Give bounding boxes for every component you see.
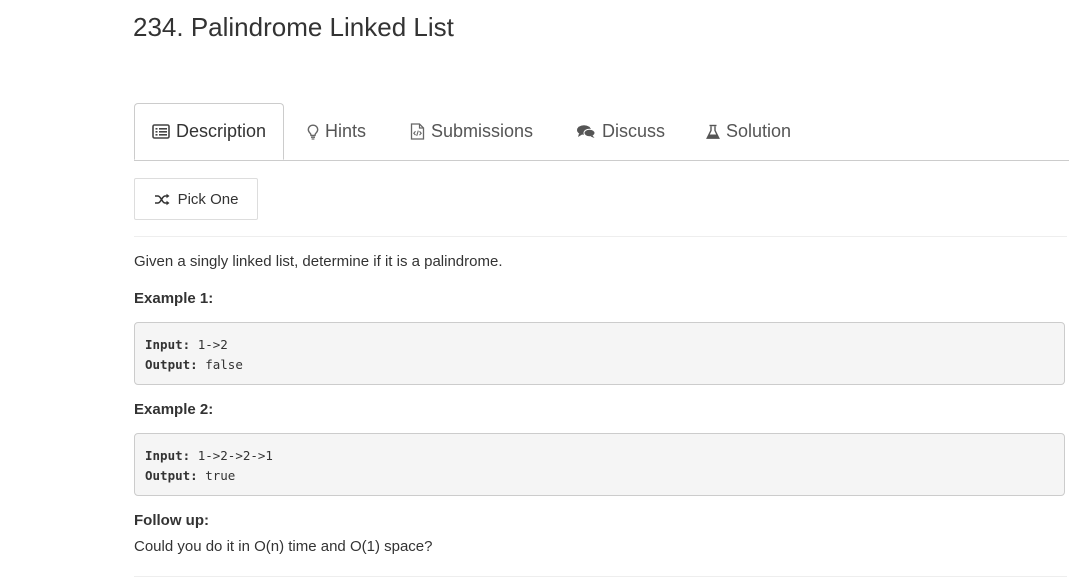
tab-solution-label: Solution xyxy=(726,121,792,141)
list-icon xyxy=(152,124,170,139)
pick-one-label: Pick One xyxy=(177,190,239,208)
follow-up-heading: Follow up: xyxy=(134,512,209,529)
tab-discuss[interactable]: Discuss xyxy=(576,103,665,160)
lightbulb-icon xyxy=(307,123,319,140)
example-1-code: Input: 1->2 Output: false xyxy=(134,322,1065,385)
example-1-output-line: Output: false xyxy=(145,357,243,372)
example-2-input-line: Input: 1->2->2->1 xyxy=(145,448,273,463)
tab-hints[interactable]: Hints xyxy=(307,103,366,160)
follow-up-text: Could you do it in O(n) time and O(1) sp… xyxy=(134,538,433,555)
tab-solution[interactable]: Solution xyxy=(706,103,791,160)
example-2-output-line: Output: true xyxy=(145,468,236,483)
tab-hints-label: Hints xyxy=(325,121,367,141)
tab-description-label: Description xyxy=(175,121,267,141)
example-2-heading: Example 2: xyxy=(134,401,214,418)
pick-one-button[interactable]: Pick One xyxy=(134,178,258,220)
problem-page: 234. Palindrome Linked List Description xyxy=(0,0,1069,577)
tab-bar: Description Hints Submissions Discuss So… xyxy=(134,103,1069,161)
example-2-code: Input: 1->2->2->1 Output: true xyxy=(134,433,1065,496)
flask-icon xyxy=(706,124,720,140)
tab-discuss-label: Discuss xyxy=(602,121,666,141)
tab-submissions-label: Submissions xyxy=(431,121,534,141)
shuffle-icon xyxy=(154,193,170,206)
divider xyxy=(134,236,1067,237)
comments-icon xyxy=(576,124,596,139)
page-title: 234. Palindrome Linked List xyxy=(133,12,454,42)
tab-description[interactable]: Description xyxy=(134,103,284,160)
example-1-heading: Example 1: xyxy=(134,290,214,307)
code-file-icon xyxy=(410,123,425,140)
example-1-input-line: Input: 1->2 xyxy=(145,337,228,352)
tab-submissions[interactable]: Submissions xyxy=(410,103,533,160)
problem-statement: Given a singly linked list, determine if… xyxy=(134,253,503,270)
